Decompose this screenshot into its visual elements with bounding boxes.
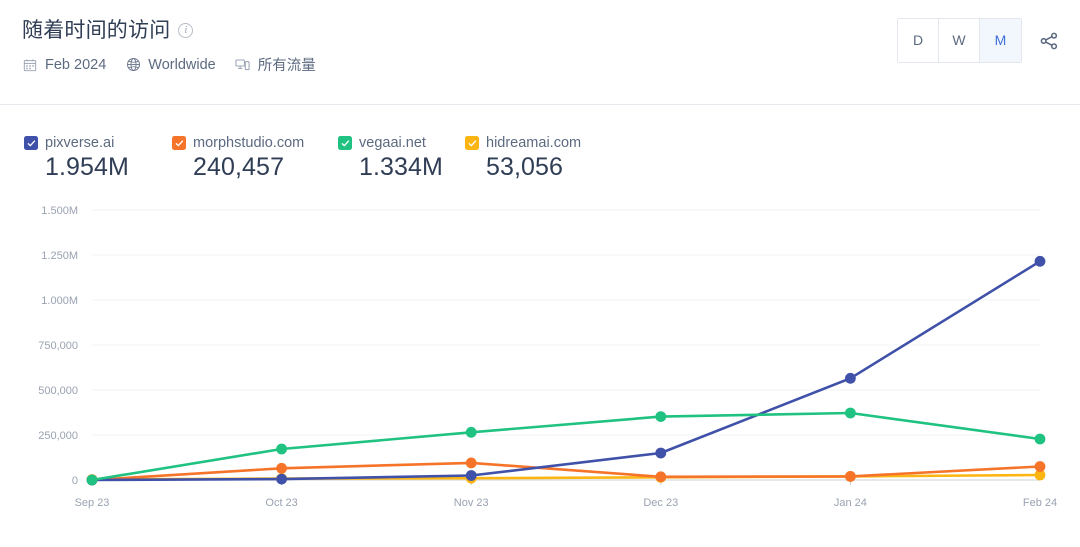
y-axis-tick-label: 500,000 [38, 385, 78, 397]
legend-value-vegaai: 1.334M [359, 153, 443, 181]
breadcrumb-date: Feb 2024 [45, 56, 107, 73]
chart-series-points[interactable] [86, 255, 1046, 486]
chart-y-axis-labels: 0 250,000 500,000 750,000 1.000M 1.250M 1.500M [38, 205, 78, 487]
header-controls: D W M [897, 18, 1062, 63]
legend-label-hidreamai: hidreamai.com [486, 135, 582, 151]
data-point[interactable] [276, 443, 287, 455]
data-point[interactable] [1034, 433, 1046, 445]
x-axis-tick-label: Oct 23 [265, 497, 297, 509]
devices-icon [235, 57, 251, 73]
legend-item-morphstudio[interactable]: morphstudio.com 240,457 [172, 135, 338, 182]
data-point[interactable] [1034, 255, 1046, 267]
y-axis-tick-label: 1.000M [41, 295, 78, 307]
x-axis-tick-label: Feb 24 [1023, 497, 1057, 509]
x-axis-tick-label: Nov 23 [454, 497, 489, 509]
data-point[interactable] [655, 447, 667, 459]
panel-header: 随着时间的访问 i Feb 2024 Worldwide 所有流量 D W M [0, 0, 1080, 105]
chart-series-lines [90, 260, 1042, 482]
y-axis-tick-label: 1.250M [41, 250, 78, 262]
legend-checkbox-hidreamai[interactable] [465, 136, 479, 150]
x-axis-tick-label: Dec 23 [643, 497, 678, 509]
granularity-toggle[interactable]: D W M [897, 18, 1022, 63]
y-axis-tick-label: 1.500M [41, 205, 78, 217]
data-point[interactable] [845, 471, 856, 482]
legend-item-vegaai[interactable]: vegaai.net 1.334M [338, 135, 465, 182]
breadcrumb-device: 所有流量 [257, 58, 316, 74]
data-point[interactable] [845, 372, 856, 384]
breadcrumb-location: Worldwide [148, 56, 216, 73]
series-line-pixverse-ai [90, 260, 1042, 482]
legend-value-hidreamai: 53,056 [486, 153, 564, 181]
legend-checkbox-vegaai[interactable] [338, 136, 352, 150]
chart-gridlines [92, 209, 1040, 436]
data-point[interactable] [655, 411, 667, 422]
legend-value-pixverse: 1.954M [45, 153, 129, 181]
granularity-option-w[interactable]: W [939, 19, 980, 62]
series-legend: pixverse.ai 1.954M morphstudio.com 240,4… [0, 105, 1080, 182]
legend-item-pixverse[interactable]: pixverse.ai 1.954M [24, 135, 172, 182]
data-point[interactable] [845, 407, 856, 419]
chart-canvas[interactable]: 0 250,000 500,000 750,000 1.000M 1.250M 1.500M… [0, 200, 1080, 530]
granularity-option-d[interactable]: D [898, 19, 939, 62]
data-point[interactable] [276, 462, 287, 474]
info-icon[interactable]: i [178, 23, 194, 38]
share-icon[interactable] [1036, 28, 1062, 54]
y-axis-tick-label: 0 [72, 475, 78, 487]
y-axis-tick-label: 750,000 [38, 340, 78, 352]
data-point[interactable] [655, 471, 667, 483]
calendar-icon [22, 57, 38, 73]
chart-x-axis-labels: Sep 23 Oct 23 Nov 23 Dec 23 Jan 24 Feb 24 [75, 497, 1058, 509]
legend-value-morphstudio: 240,457 [193, 153, 285, 181]
granularity-option-m[interactable]: M [980, 19, 1021, 62]
globe-icon [125, 57, 141, 73]
y-axis-tick-label: 250,000 [38, 430, 78, 442]
data-point[interactable] [1034, 461, 1046, 472]
page-title: 随着时间的访问 [22, 19, 171, 42]
data-point[interactable] [276, 473, 287, 485]
x-axis-tick-label: Sep 23 [75, 497, 110, 509]
chart-x-axis [92, 479, 1040, 485]
legend-checkbox-pixverse[interactable] [24, 136, 38, 150]
data-point[interactable] [465, 426, 477, 438]
data-point[interactable] [465, 470, 477, 481]
visits-over-time-panel: 随着时间的访问 i Feb 2024 Worldwide 所有流量 D W M … [0, 0, 1080, 547]
legend-label-vegaai: vegaai.net [359, 135, 426, 151]
legend-item-hidreamai[interactable]: hidreamai.com 53,056 [465, 135, 581, 182]
legend-checkbox-morphstudio[interactable] [172, 136, 186, 150]
legend-label-morphstudio: morphstudio.com [193, 135, 305, 151]
visits-line-chart[interactable]: 0 250,000 500,000 750,000 1.000M 1.250M 1.500M… [0, 200, 1080, 530]
legend-label-pixverse: pixverse.ai [45, 135, 115, 151]
data-point[interactable] [86, 474, 98, 486]
x-axis-tick-label: Jan 24 [834, 497, 867, 509]
data-point[interactable] [465, 457, 477, 469]
